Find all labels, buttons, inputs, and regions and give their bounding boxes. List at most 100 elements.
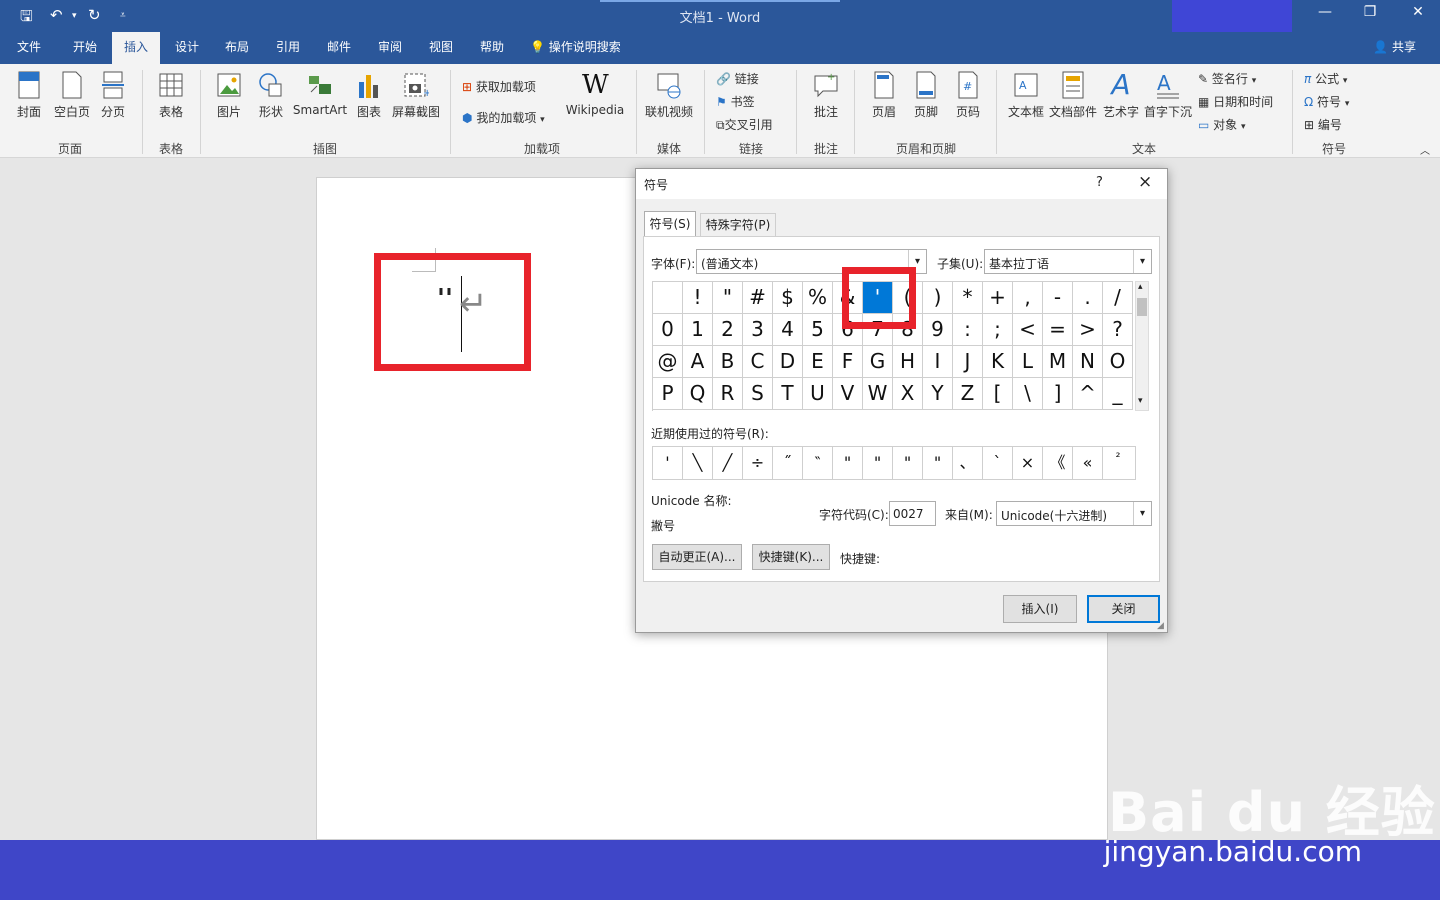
recent-symbol-cell[interactable]: × [1013, 447, 1043, 479]
symbol-cell[interactable]: _ [1103, 378, 1133, 410]
symbol-cell[interactable]: " [713, 282, 743, 314]
recent-symbol-cell[interactable]: ' [653, 447, 683, 479]
symbol-cell[interactable]: $ [773, 282, 803, 314]
from-select[interactable]: Unicode(十六进制) ▾ [996, 501, 1152, 526]
tab-view[interactable]: 视图 [418, 32, 464, 64]
scroll-down-icon[interactable]: ▾ [1138, 396, 1143, 406]
page-number-button[interactable]: # 页码 [950, 70, 986, 120]
symbol-cell[interactable]: ! [683, 282, 713, 314]
textbox-button[interactable]: A 文本框 [1006, 70, 1046, 120]
wordart-button[interactable]: A 艺术字 [1102, 70, 1140, 120]
insert-button[interactable]: 插入(I) [1003, 595, 1077, 623]
symbol-cell[interactable]: S [743, 378, 773, 410]
close-dialog-icon[interactable]: × [1138, 172, 1152, 192]
symbol-cell[interactable]: C [743, 346, 773, 378]
minimize-icon[interactable]: — [1310, 4, 1340, 20]
restore-icon[interactable]: ❐ [1355, 4, 1385, 20]
symbol-cell[interactable]: M [1043, 346, 1073, 378]
quick-parts-button[interactable]: 文档部件 [1048, 70, 1098, 120]
tab-review[interactable]: 审阅 [367, 32, 413, 64]
symbol-cell[interactable]: T [773, 378, 803, 410]
symbol-button[interactable]: Ω 符号 ▾ [1304, 93, 1349, 110]
my-addins-button[interactable]: ⬢ 我的加载项 ▾ [462, 109, 545, 126]
symbol-cell[interactable]: E [803, 346, 833, 378]
autocorrect-button[interactable]: 自动更正(A)... [652, 544, 742, 570]
equation-button[interactable]: π 公式 ▾ [1304, 70, 1347, 87]
recent-symbol-cell[interactable]: 《 [1043, 447, 1073, 479]
symbol-cell[interactable]: W [863, 378, 893, 410]
symbol-cell[interactable]: X [893, 378, 923, 410]
symbol-cell[interactable]: F [833, 346, 863, 378]
comment-button[interactable]: + 批注 [806, 70, 846, 120]
symbol-cell[interactable]: + [983, 282, 1013, 314]
date-time-button[interactable]: ▦ 日期和时间 [1198, 93, 1273, 110]
tab-layout[interactable]: 布局 [214, 32, 260, 64]
tab-insert[interactable]: 插入 [112, 32, 160, 64]
symbol-cell[interactable]: N [1073, 346, 1103, 378]
scroll-up-icon[interactable]: ▴ [1138, 282, 1143, 292]
header-button[interactable]: 页眉 [866, 70, 902, 120]
tab-references[interactable]: 引用 [265, 32, 311, 64]
symbol-cell[interactable]: O [1103, 346, 1133, 378]
symbol-cell[interactable]: 9 [923, 314, 953, 346]
collapse-ribbon-icon[interactable]: ︿ [1420, 142, 1430, 157]
tab-mailings[interactable]: 邮件 [316, 32, 362, 64]
tab-home[interactable]: 开始 [60, 32, 110, 64]
wikipedia-button[interactable]: W Wikipedia [564, 70, 626, 117]
symbol-cell[interactable]: = [1043, 314, 1073, 346]
symbol-cell[interactable]: 0 [653, 314, 683, 346]
symbol-cell[interactable]: - [1043, 282, 1073, 314]
shortcut-key-button[interactable]: 快捷键(K)... [752, 544, 830, 570]
symbol-cell[interactable]: < [1013, 314, 1043, 346]
symbol-cell[interactable]: R [713, 378, 743, 410]
page-break-button[interactable]: 分页 [96, 70, 130, 120]
cross-reference-button[interactable]: ⧉交叉引用 [716, 116, 773, 133]
symbol-cell[interactable]: U [803, 378, 833, 410]
number-button[interactable]: ⊞ 编号 [1304, 116, 1342, 133]
symbol-cell[interactable]: V [833, 378, 863, 410]
symbol-cell[interactable]: [ [983, 378, 1013, 410]
recent-symbol-cell[interactable]: ` [983, 447, 1013, 479]
symbol-cell[interactable]: @ [653, 346, 683, 378]
symbol-cell[interactable]: ) [923, 282, 953, 314]
scroll-thumb[interactable] [1137, 298, 1147, 316]
recent-symbol-cell[interactable]: « [1073, 447, 1103, 479]
symbol-cell[interactable]: B [713, 346, 743, 378]
symbol-cell[interactable]: H [893, 346, 923, 378]
symbol-cell[interactable]: % [803, 282, 833, 314]
recent-symbol-cell[interactable]: ÷ [743, 447, 773, 479]
symbol-cell[interactable]: D [773, 346, 803, 378]
symbol-cell[interactable]: 1 [683, 314, 713, 346]
symbol-cell[interactable]: 3 [743, 314, 773, 346]
symbol-cell[interactable]: 5 [803, 314, 833, 346]
resize-grip-icon[interactable]: ◢ [1157, 621, 1164, 631]
table-button[interactable]: 表格 [152, 70, 190, 120]
recent-symbol-cell[interactable]: " [893, 447, 923, 479]
symbol-cell[interactable]: # [743, 282, 773, 314]
symbol-cell[interactable]: ^ [1073, 378, 1103, 410]
symbol-cell[interactable]: A [683, 346, 713, 378]
cover-page-button[interactable]: 封面 [12, 70, 46, 120]
symbol-cell[interactable]: \ [1013, 378, 1043, 410]
object-button[interactable]: ▭ 对象 ▾ [1198, 116, 1246, 133]
recent-symbol-cell[interactable]: ² [1103, 447, 1133, 479]
shapes-button[interactable]: 形状 [254, 70, 288, 120]
tab-symbols[interactable]: 符号(S) [644, 211, 696, 237]
symbol-cell[interactable]: / [1103, 282, 1133, 314]
get-addins-button[interactable]: ⊞ 获取加载项 [462, 78, 536, 95]
symbol-cell[interactable]: . [1073, 282, 1103, 314]
symbol-cell[interactable]: * [953, 282, 983, 314]
recent-symbol-cell[interactable]: " [863, 447, 893, 479]
close-button[interactable]: 关闭 [1087, 595, 1160, 623]
symbol-cell[interactable]: L [1013, 346, 1043, 378]
symbol-cell[interactable]: Q [683, 378, 713, 410]
tab-help[interactable]: 帮助 [469, 32, 515, 64]
symbol-cell[interactable] [653, 282, 683, 314]
recent-symbol-cell[interactable]: " [923, 447, 953, 479]
help-icon[interactable]: ? [1096, 175, 1103, 190]
symbol-cell[interactable]: 4 [773, 314, 803, 346]
drop-cap-button[interactable]: A 首字下沉 [1142, 70, 1194, 120]
share-button[interactable]: 👤 共享 [1373, 32, 1416, 62]
symbol-grid-scrollbar[interactable]: ▴ ▾ [1135, 281, 1149, 411]
symbol-cell[interactable]: K [983, 346, 1013, 378]
